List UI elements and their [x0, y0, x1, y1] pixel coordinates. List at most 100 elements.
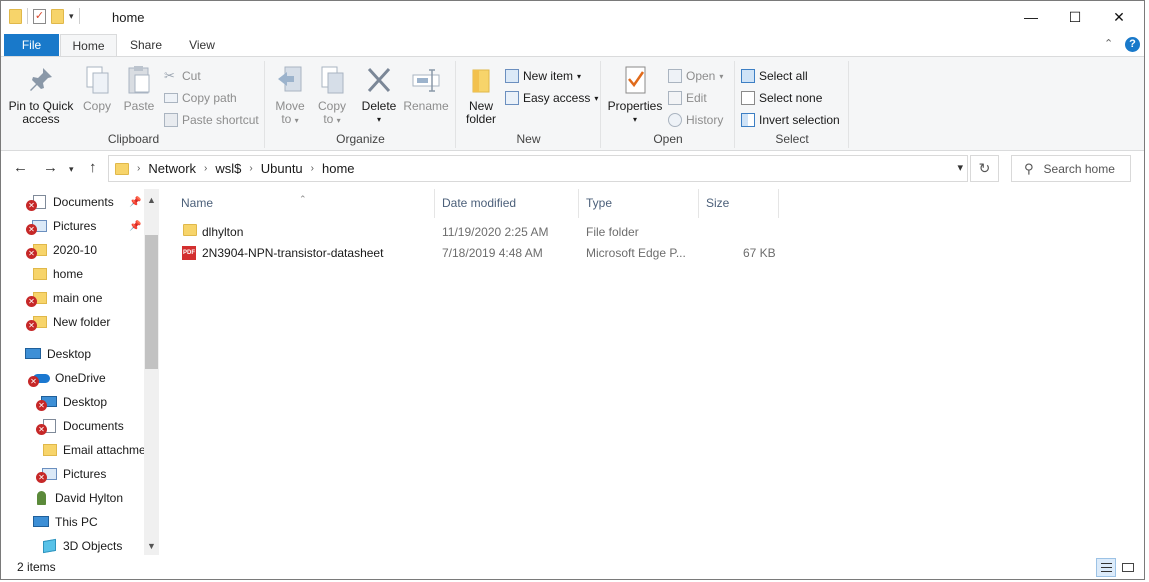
sort-ascending-chevron-icon: ⌃ [299, 194, 307, 204]
address-history-chevron-icon[interactable]: ▾ [957, 161, 963, 174]
tab-share[interactable]: Share [121, 34, 171, 56]
properties-chevron-icon[interactable]: ▾ [606, 113, 664, 126]
minimize-button[interactable]: — [1008, 1, 1054, 33]
scroll-down-chevron-icon[interactable]: ▼ [147, 541, 156, 551]
folder-icon [31, 267, 47, 281]
nav-item-3d-objects[interactable]: 3D Objects [41, 535, 122, 557]
refresh-icon[interactable]: ↻ [970, 155, 999, 182]
breadcrumb-network[interactable]: Network [142, 161, 202, 176]
nav-item-home[interactable]: home [31, 263, 83, 285]
back-arrow-icon[interactable]: ← [13, 159, 28, 176]
copy-path-label: Copy path [182, 91, 237, 105]
copy-to-button[interactable]: Copy to ▾ [314, 64, 350, 127]
breadcrumb-wsl[interactable]: wsl$ [209, 161, 247, 176]
invert-selection-button[interactable]: Invert selection [741, 113, 840, 127]
forward-arrow-icon[interactable]: → [43, 159, 58, 176]
navigation-pane: ✕ Documents 📌 ✕ Pictures 📌 ✕ 2020-10 hom… [1, 189, 161, 555]
paste-shortcut-button[interactable]: Paste shortcut [164, 113, 259, 127]
nav-item-email-attachments[interactable]: Email attachme [41, 439, 146, 461]
select-none-button[interactable]: Select none [741, 91, 822, 105]
nav-item-label: home [53, 267, 84, 281]
nav-item-pictures[interactable]: ✕ Pictures [26, 215, 97, 237]
breadcrumb-separator[interactable]: › [135, 163, 142, 174]
paste-shortcut-icon [164, 113, 178, 127]
breadcrumb-separator[interactable]: › [202, 163, 209, 174]
move-to-button[interactable]: Move to ▾ [272, 64, 308, 127]
new-folder-button[interactable]: New folder [461, 64, 501, 126]
new-group-label: New [516, 132, 541, 146]
scrollbar-thumb[interactable] [145, 235, 158, 369]
rename-button[interactable]: Rename [402, 64, 450, 113]
scroll-up-chevron-icon[interactable]: ▲ [147, 195, 156, 205]
select-all-button[interactable]: Select all [741, 69, 808, 83]
column-header-date-modified[interactable]: Date modified [434, 189, 579, 218]
recent-locations-chevron-icon[interactable]: ▾ [69, 164, 74, 175]
close-button[interactable]: ✕ [1096, 1, 1142, 33]
copy-path-button[interactable]: Copy path [164, 91, 237, 105]
breadcrumb-separator[interactable]: › [309, 163, 316, 174]
pin-to-quick-access-button[interactable]: Pin to Quick access [7, 64, 75, 126]
open-group: Properties ▾ Open ▾ Edit History Open [602, 61, 735, 148]
tab-file[interactable]: File [4, 34, 59, 56]
clipboard-group: Pin to Quick access Copy Paste ✂ Cut Cop… [3, 61, 265, 148]
pin-icon[interactable]: 📌 [129, 197, 141, 208]
tab-view[interactable]: View [177, 34, 227, 56]
up-arrow-icon[interactable]: ↑ [89, 159, 97, 176]
easy-access-button[interactable]: Easy access ▾ [505, 91, 598, 105]
customize-qat-chevron-icon[interactable]: ▾ [69, 11, 74, 22]
new-item-icon [505, 69, 519, 83]
nav-item-this-pc[interactable]: This PC [33, 511, 98, 533]
nav-item-label: 3D Objects [63, 539, 123, 553]
search-box[interactable]: ⚲ Search home [1011, 155, 1131, 182]
nav-item-onedrive[interactable]: ✕ OneDrive [28, 367, 106, 389]
delete-button[interactable]: Delete ▾ [360, 64, 398, 126]
copy-label: Copy [82, 99, 111, 113]
nav-item-new-folder[interactable]: ✕ New folder [26, 311, 110, 333]
column-header-type[interactable]: Type [578, 189, 699, 218]
breadcrumb-ubuntu[interactable]: Ubuntu [255, 161, 309, 176]
column-header-name[interactable]: Name ⌃ [173, 189, 435, 218]
paste-button[interactable]: Paste [119, 64, 159, 113]
cut-button[interactable]: ✂ Cut [164, 69, 201, 84]
details-view-icon[interactable] [1096, 558, 1116, 577]
pictures-icon: ✕ [26, 219, 47, 235]
nav-item-documents[interactable]: ✕ Documents [26, 191, 114, 213]
computer-icon [33, 515, 49, 529]
select-group-label: Select [775, 132, 809, 146]
nav-item-david-hylton[interactable]: David Hylton [33, 487, 123, 509]
file-row[interactable]: PDF 2N3904-NPN-transistor-datasheet 7/18… [173, 243, 783, 263]
nav-item-onedrive-pictures[interactable]: ✕ Pictures [36, 463, 106, 485]
tab-home[interactable]: Home [60, 34, 117, 57]
collapse-ribbon-chevron-icon[interactable]: ⌃ [1104, 37, 1113, 50]
copy-button[interactable]: Copy [79, 64, 115, 113]
new-folder-qat-icon[interactable] [51, 8, 64, 24]
maximize-button[interactable]: ☐ [1052, 1, 1098, 33]
nav-item-label: Pictures [53, 219, 97, 233]
nav-item-onedrive-desktop[interactable]: ✕ Desktop [36, 391, 107, 413]
breadcrumb-separator[interactable]: › [247, 163, 254, 174]
column-header-size[interactable]: Size [698, 189, 779, 218]
properties-qat-icon[interactable]: ✓ [33, 8, 46, 24]
nav-item-desktop[interactable]: Desktop [25, 343, 91, 365]
breadcrumb-home[interactable]: home [316, 161, 361, 176]
edit-button[interactable]: Edit [668, 91, 707, 105]
file-list: Name ⌃ Date modified Type Size dlhylton … [173, 189, 1138, 555]
address-bar[interactable]: › Network › wsl$ › Ubuntu › home ▾ [108, 155, 968, 182]
delete-chevron-icon[interactable]: ▾ [360, 113, 398, 126]
nav-item-main-one[interactable]: ✕ main one [26, 287, 102, 309]
history-button[interactable]: History [668, 113, 723, 127]
title-bar: ✓ ▾ home — ☐ ✕ [1, 1, 1144, 33]
large-icons-view-icon[interactable] [1118, 558, 1138, 577]
open-icon [668, 69, 682, 83]
file-row[interactable]: dlhylton 11/19/2020 2:25 AM File folder [173, 222, 783, 242]
nav-item-onedrive-documents[interactable]: ✕ Documents [36, 415, 124, 437]
copy-to-label-to: to ▾ [323, 112, 341, 126]
nav-item-2020-10[interactable]: ✕ 2020-10 [26, 239, 97, 261]
new-item-button[interactable]: New item ▾ [505, 69, 581, 83]
open-button[interactable]: Open ▾ [668, 69, 723, 83]
help-icon[interactable]: ? [1125, 37, 1140, 52]
pin-icon[interactable]: 📌 [129, 221, 141, 232]
status-bar: 2 items [1, 557, 1144, 579]
nav-pane-scrollbar[interactable]: ▲ ▼ [144, 189, 159, 555]
properties-button[interactable]: Properties ▾ [606, 64, 664, 126]
